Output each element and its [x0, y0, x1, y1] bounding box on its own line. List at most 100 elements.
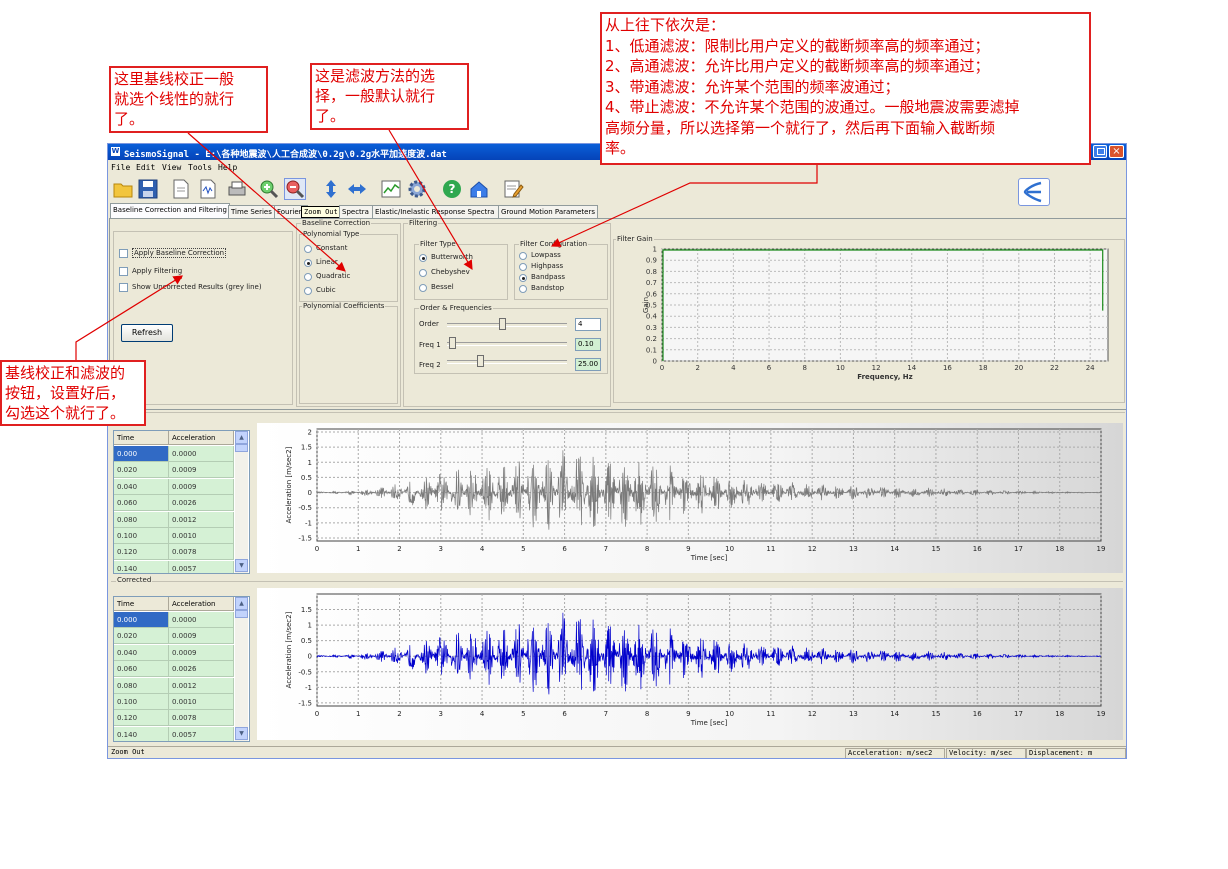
save-icon[interactable]: [137, 178, 159, 200]
tab-spectra[interactable]: Spectra: [339, 205, 373, 218]
table-cell-time[interactable]: 0.020: [114, 462, 169, 479]
gain-x-tick: 4: [731, 364, 736, 372]
y-tick-label: 2: [308, 429, 312, 437]
notes-icon[interactable]: [502, 178, 524, 200]
tab-baseline-filtering[interactable]: Baseline Correction and Filtering: [110, 203, 230, 218]
table-cell-time[interactable]: 0.140: [114, 560, 169, 573]
table-cell-acceleration[interactable]: 0.0078: [169, 544, 234, 561]
table-cell-acceleration[interactable]: 0.0026: [169, 661, 234, 678]
radio-bandpass[interactable]: [519, 274, 527, 282]
menu-help[interactable]: Help: [218, 163, 237, 172]
freq1-input[interactable]: 0.10: [575, 338, 601, 351]
table-cell-acceleration[interactable]: 0.0012: [169, 677, 234, 694]
zoom-in-icon[interactable]: [258, 178, 280, 200]
table-cell-time[interactable]: 0.080: [114, 511, 169, 528]
table-cell-acceleration[interactable]: 0.0026: [169, 495, 234, 512]
table-cell-time[interactable]: 0.100: [114, 528, 169, 544]
table-cell-acceleration[interactable]: 0.0010: [169, 694, 234, 710]
table-cell-acceleration[interactable]: 0.0057: [169, 726, 234, 741]
y-tick-label: 0.5: [301, 474, 312, 482]
table-cell-time[interactable]: 0.120: [114, 544, 169, 561]
home-icon[interactable]: [468, 178, 490, 200]
gear-icon[interactable]: [406, 178, 428, 200]
menu-tools[interactable]: Tools: [188, 163, 212, 172]
table-cell-acceleration[interactable]: 0.0000: [169, 446, 234, 462]
radio-quadratic[interactable]: [304, 273, 312, 281]
scroll-thumb[interactable]: [235, 444, 248, 452]
table-cell-acceleration[interactable]: 0.0009: [169, 478, 234, 495]
open-folder-icon[interactable]: [112, 178, 134, 200]
scroll-down-button[interactable]: ▼: [235, 559, 248, 572]
apply-baseline-checkbox[interactable]: [119, 249, 128, 258]
scroll-up-button[interactable]: ▲: [235, 597, 248, 610]
menu-edit[interactable]: Edit: [136, 163, 155, 172]
filter-gain-plot-frame: [661, 248, 1109, 362]
status-acceleration-unit: Acceleration: m/sec2: [845, 748, 945, 758]
chart-icon[interactable]: [380, 178, 402, 200]
freq2-input[interactable]: 25.00: [575, 358, 601, 371]
table-cell-time[interactable]: 0.080: [114, 677, 169, 694]
table-scrollbar[interactable]: ▲ ▼: [235, 597, 248, 741]
table-cell-acceleration[interactable]: 0.0078: [169, 710, 234, 727]
status-velocity-unit: Velocity: m/sec: [946, 748, 1026, 758]
zoom-out-icon[interactable]: [284, 178, 306, 200]
radio-lowpass[interactable]: [519, 252, 527, 260]
table-cell-time[interactable]: 0.060: [114, 661, 169, 678]
table-cell-acceleration[interactable]: 0.0009: [169, 644, 234, 661]
scroll-up-button[interactable]: ▲: [235, 431, 248, 444]
menu-file[interactable]: File: [111, 163, 130, 172]
freq1-label: Freq 1: [419, 341, 441, 349]
gain-x-tick: 8: [802, 364, 806, 372]
table-cell-acceleration[interactable]: 0.0000: [169, 612, 234, 628]
scroll-thumb[interactable]: [235, 610, 248, 618]
table-cell-time[interactable]: 0.040: [114, 478, 169, 495]
table-cell-time[interactable]: 0.120: [114, 710, 169, 727]
corrected-table: Time Acceleration ▲ ▼ 0.000 0.0000 0.020 0.…: [113, 596, 250, 742]
export-icon[interactable]: [197, 178, 219, 200]
vertical-arrows-icon[interactable]: [320, 178, 342, 200]
table-cell-acceleration[interactable]: 0.0012: [169, 511, 234, 528]
radio-butterworth[interactable]: [419, 254, 427, 262]
x-tick-label: 16: [973, 710, 982, 718]
order-input[interactable]: 4: [575, 318, 601, 331]
restore-button[interactable]: [1093, 145, 1107, 158]
table-cell-time[interactable]: 0.140: [114, 726, 169, 741]
table-scrollbar[interactable]: ▲ ▼: [235, 431, 248, 573]
table-cell-acceleration[interactable]: 0.0010: [169, 528, 234, 544]
table-cell-time[interactable]: 0.040: [114, 644, 169, 661]
tab-time-series[interactable]: Time Series: [228, 205, 276, 218]
radio-linear[interactable]: [304, 259, 312, 267]
help-icon[interactable]: ?: [441, 178, 463, 200]
order-slider[interactable]: [447, 318, 567, 330]
table-cell-time[interactable]: 0.000: [114, 612, 169, 628]
refresh-button[interactable]: Refresh: [121, 324, 173, 342]
table-cell-acceleration[interactable]: 0.0057: [169, 560, 234, 573]
radio-bandstop[interactable]: [519, 285, 527, 293]
close-button[interactable]: ×: [1109, 145, 1124, 158]
radio-bessel[interactable]: [419, 284, 427, 292]
table-cell-time[interactable]: 0.020: [114, 628, 169, 645]
tab-response-spectra[interactable]: Elastic/Inelastic Response Spectra: [372, 205, 499, 218]
freq1-slider[interactable]: [447, 337, 567, 349]
table-cell-time[interactable]: 0.000: [114, 446, 169, 462]
table-cell-acceleration[interactable]: 0.0009: [169, 462, 234, 479]
table-cell-acceleration[interactable]: 0.0009: [169, 628, 234, 645]
radio-constant[interactable]: [304, 245, 312, 253]
scroll-down-button[interactable]: ▼: [235, 727, 248, 740]
menu-view[interactable]: View: [162, 163, 181, 172]
table-cell-time[interactable]: 0.100: [114, 694, 169, 710]
apply-filtering-checkbox[interactable]: [119, 267, 128, 276]
radio-cubic-label: Cubic: [316, 286, 336, 294]
radio-cubic[interactable]: [304, 287, 312, 295]
show-uncorrected-checkbox[interactable]: [119, 283, 128, 292]
gain-y-axis-label: Gain: [642, 297, 650, 313]
tab-ground-motion[interactable]: Ground Motion Parameters: [498, 205, 598, 218]
horizontal-arrows-icon[interactable]: [346, 178, 368, 200]
freq2-slider[interactable]: [447, 355, 567, 367]
radio-highpass[interactable]: [519, 263, 527, 271]
table-cell-time[interactable]: 0.060: [114, 495, 169, 512]
print-icon[interactable]: [226, 178, 248, 200]
x-tick-label: 18: [1055, 710, 1064, 718]
radio-chebyshev[interactable]: [419, 269, 427, 277]
new-document-icon[interactable]: [170, 178, 192, 200]
